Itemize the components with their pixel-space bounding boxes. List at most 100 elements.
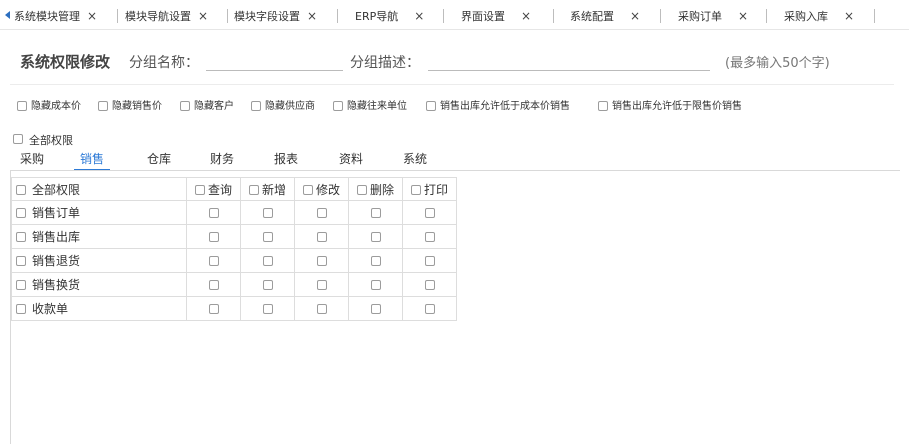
option-hide-contacts[interactable]: 隐藏往来单位 bbox=[333, 101, 407, 113]
checkbox[interactable] bbox=[410, 184, 421, 195]
module-tab-bar: 系统模块管理 × 模块导航设置 × 模块字段设置 × ERP导航 × 界面设置 × 系统配… bbox=[0, 0, 909, 30]
row-label-cell[interactable]: 销售换货 bbox=[11, 272, 187, 297]
option-allow-below-limit[interactable]: 销售出库允许低于限售价销售 bbox=[598, 101, 742, 113]
checkbox[interactable] bbox=[302, 184, 313, 195]
checkbox[interactable] bbox=[208, 256, 219, 266]
tab-label: 界面设置 bbox=[461, 10, 505, 23]
checkbox[interactable] bbox=[598, 101, 608, 111]
header-all-cell[interactable]: 全部权限 bbox=[11, 177, 187, 201]
tab-module-field-settings[interactable]: 模块字段设置 × bbox=[234, 8, 317, 24]
option-hide-sale-price[interactable]: 隐藏销售价 bbox=[98, 101, 162, 113]
checkbox[interactable] bbox=[13, 134, 23, 144]
close-icon[interactable]: × bbox=[414, 9, 424, 23]
group-name-input[interactable] bbox=[206, 49, 343, 71]
cell-delete bbox=[348, 296, 403, 321]
option-allow-below-cost[interactable]: 销售出库允许低于成本价销售 bbox=[426, 101, 570, 113]
row-label-cell[interactable]: 销售订单 bbox=[11, 200, 187, 225]
option-label: 隐藏供应商 bbox=[265, 101, 315, 112]
subtab-system[interactable]: 系统 bbox=[403, 150, 427, 167]
checkbox[interactable] bbox=[316, 304, 327, 314]
subtab-reports[interactable]: 报表 bbox=[274, 150, 298, 167]
checkbox[interactable] bbox=[370, 232, 381, 242]
option-hide-supplier[interactable]: 隐藏供应商 bbox=[251, 101, 315, 113]
header-add[interactable]: 新增 bbox=[240, 177, 295, 201]
checkbox[interactable] bbox=[16, 232, 26, 242]
subtab-warehouse[interactable]: 仓库 bbox=[147, 150, 171, 167]
tab-purchase-order[interactable]: 采购订单 × bbox=[678, 8, 748, 24]
subtab-sales[interactable]: 销售 bbox=[80, 150, 104, 167]
checkbox[interactable] bbox=[424, 256, 435, 266]
row-label-cell[interactable]: 销售退货 bbox=[11, 248, 187, 273]
checkbox[interactable] bbox=[180, 101, 190, 111]
tab-ui-settings[interactable]: 界面设置 × bbox=[461, 8, 531, 24]
checkbox[interactable] bbox=[262, 232, 273, 242]
checkbox[interactable] bbox=[16, 208, 26, 218]
checkbox[interactable] bbox=[262, 208, 273, 218]
cell-add bbox=[240, 272, 295, 297]
checkbox[interactable] bbox=[370, 208, 381, 218]
checkbox[interactable] bbox=[424, 280, 435, 290]
checkbox[interactable] bbox=[17, 101, 27, 111]
close-icon[interactable]: × bbox=[521, 9, 531, 23]
checkbox[interactable] bbox=[316, 280, 327, 290]
checkbox[interactable] bbox=[316, 232, 327, 242]
checkbox[interactable] bbox=[16, 184, 26, 195]
checkbox[interactable] bbox=[424, 304, 435, 314]
close-icon[interactable]: × bbox=[738, 9, 748, 23]
checkbox[interactable] bbox=[98, 101, 108, 111]
tab-module-nav-settings[interactable]: 模块导航设置 × bbox=[125, 8, 208, 24]
tab-system-config[interactable]: 系统配置 × bbox=[570, 8, 640, 24]
checkbox[interactable] bbox=[208, 280, 219, 290]
checkbox[interactable] bbox=[194, 184, 205, 195]
row-label-cell[interactable]: 收款单 bbox=[11, 296, 187, 321]
checkbox[interactable] bbox=[333, 101, 343, 111]
checkbox[interactable] bbox=[426, 101, 436, 111]
row-label-cell[interactable]: 销售出库 bbox=[11, 224, 187, 249]
close-icon[interactable]: × bbox=[844, 9, 854, 23]
checkbox[interactable] bbox=[316, 256, 327, 266]
tab-erp-nav[interactable]: ERP导航 × bbox=[355, 8, 424, 24]
row-label: 销售订单 bbox=[32, 206, 81, 220]
close-icon[interactable]: × bbox=[87, 9, 97, 23]
checkbox[interactable] bbox=[424, 208, 435, 218]
checkbox[interactable] bbox=[262, 256, 273, 266]
checkbox[interactable] bbox=[248, 184, 259, 195]
option-hide-customer[interactable]: 隐藏客户 bbox=[180, 101, 234, 113]
group-desc-input[interactable] bbox=[428, 49, 710, 71]
tab-label: 系统模块管理 bbox=[14, 10, 80, 23]
tab-label: 采购入库 bbox=[784, 10, 828, 23]
close-icon[interactable]: × bbox=[307, 9, 317, 23]
permission-edit-page: 系统模块管理 × 模块导航设置 × 模块字段设置 × ERP导航 × 界面设置 × 系统配… bbox=[0, 0, 909, 444]
option-hide-cost-price[interactable]: 隐藏成本价 bbox=[17, 101, 81, 113]
checkbox[interactable] bbox=[208, 304, 219, 314]
header-query[interactable]: 查询 bbox=[186, 177, 241, 201]
close-icon[interactable]: × bbox=[198, 9, 208, 23]
checkbox[interactable] bbox=[370, 304, 381, 314]
checkbox[interactable] bbox=[16, 280, 26, 290]
tab-system-module-management[interactable]: 系统模块管理 × bbox=[14, 8, 97, 24]
checkbox[interactable] bbox=[208, 208, 219, 218]
checkbox[interactable] bbox=[356, 184, 367, 195]
scroll-left-arrow-icon[interactable] bbox=[5, 11, 10, 19]
header-edit[interactable]: 修改 bbox=[294, 177, 349, 201]
header-print[interactable]: 打印 bbox=[402, 177, 457, 201]
close-icon[interactable]: × bbox=[630, 9, 640, 23]
checkbox[interactable] bbox=[370, 280, 381, 290]
checkbox[interactable] bbox=[262, 304, 273, 314]
checkbox[interactable] bbox=[370, 256, 381, 266]
subtab-finance[interactable]: 财务 bbox=[210, 150, 234, 167]
checkbox[interactable] bbox=[208, 232, 219, 242]
checkbox[interactable] bbox=[316, 208, 327, 218]
subtab-data[interactable]: 资料 bbox=[339, 150, 363, 167]
cell-print bbox=[402, 224, 457, 249]
header-delete[interactable]: 删除 bbox=[348, 177, 403, 201]
checkbox[interactable] bbox=[262, 280, 273, 290]
option-label: 隐藏成本价 bbox=[31, 101, 81, 112]
checkbox[interactable] bbox=[16, 304, 26, 314]
subtab-purchase[interactable]: 采购 bbox=[20, 150, 44, 167]
tab-purchase-inbound[interactable]: 采购入库 × bbox=[784, 8, 854, 24]
all-permissions-toggle[interactable]: 全部权限 bbox=[13, 134, 73, 147]
checkbox[interactable] bbox=[251, 101, 261, 111]
checkbox[interactable] bbox=[424, 232, 435, 242]
checkbox[interactable] bbox=[16, 256, 26, 266]
